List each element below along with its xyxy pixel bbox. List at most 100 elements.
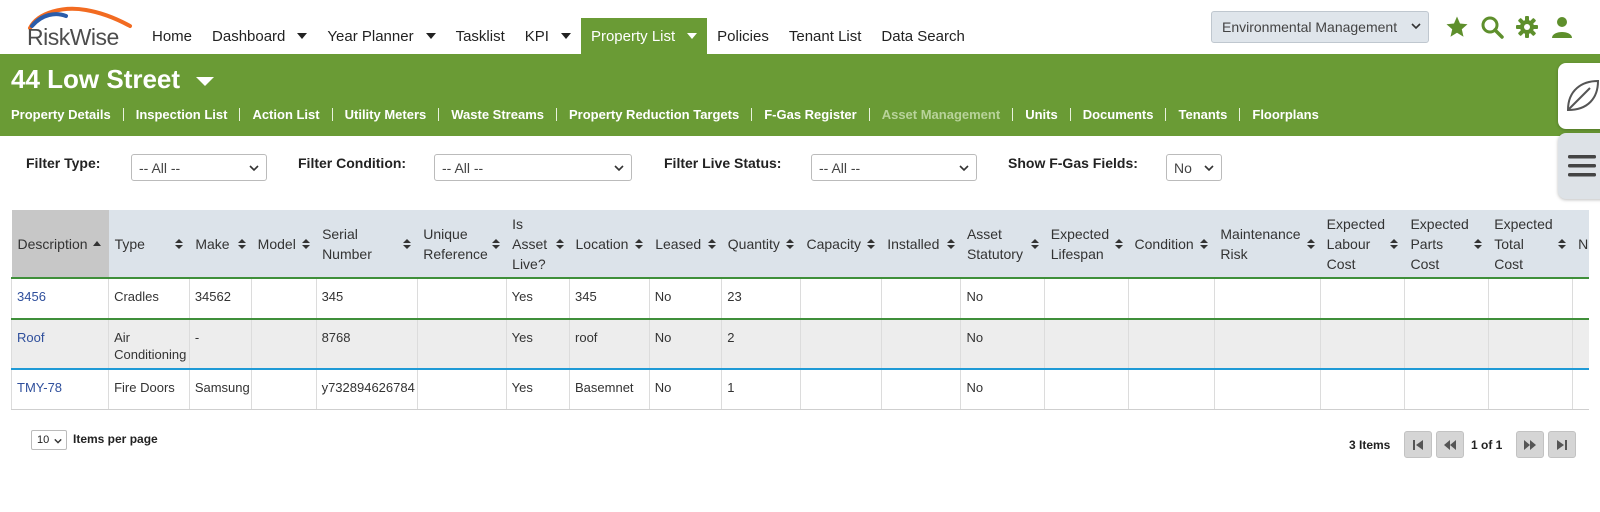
column-header-leased[interactable]: Leased <box>649 210 722 278</box>
subnav-inspection-list[interactable]: Inspection List <box>136 107 228 122</box>
sort-down-icon <box>1474 244 1483 249</box>
nav-item-home[interactable]: Home <box>142 18 202 54</box>
cell-capacity <box>800 318 882 369</box>
chevron-down-icon <box>1411 23 1421 30</box>
page-info: 1 of 1 <box>1471 438 1503 452</box>
nav-item-policies[interactable]: Policies <box>707 18 779 54</box>
column-header-unique-reference[interactable]: Unique Reference <box>417 210 507 278</box>
column-header-capacity[interactable]: Capacity <box>800 210 882 278</box>
column-header-maintenance-risk[interactable]: Maintenance Risk <box>1214 210 1321 278</box>
cell-location: roof <box>569 318 650 369</box>
table-row[interactable]: 3456 Cradles 34562 345 Yes 345 No 23 No <box>11 277 1589 319</box>
column-header-label: Type <box>114 235 145 252</box>
column-header-asset-statutory[interactable]: Asset Statutory <box>960 210 1045 278</box>
column-header-installed[interactable]: Installed <box>881 210 961 278</box>
subnav-asset-management[interactable]: Asset Management <box>882 107 1000 122</box>
column-header-label: Condition <box>1134 235 1194 252</box>
nav-item-tenant-list[interactable]: Tenant List <box>779 18 872 54</box>
subnav-property-reduction-targets[interactable]: Property Reduction Targets <box>569 107 739 122</box>
subnav-divider <box>868 108 870 121</box>
nav-item-label: Dashboard <box>212 27 286 45</box>
cell-location: 345 <box>569 277 650 319</box>
subnav-utility-meters[interactable]: Utility Meters <box>345 107 427 122</box>
column-header-condition[interactable]: Condition <box>1128 210 1215 278</box>
fast-forward-icon <box>1524 439 1536 450</box>
nav-item-label: Property List <box>590 27 676 45</box>
sort-down-icon <box>1114 244 1123 249</box>
column-header-quantity[interactable]: Quantity <box>721 210 801 278</box>
cell-description[interactable]: TMY-78 <box>11 368 110 410</box>
column-header-label: Location <box>575 235 629 252</box>
show-fgas-select[interactable]: No <box>1166 154 1222 181</box>
column-header-expected-total-cost[interactable]: Expected Total Cost <box>1488 210 1573 278</box>
nav-item-label: KPI <box>524 27 549 45</box>
previous-page-button[interactable] <box>1436 431 1464 458</box>
column-header-make[interactable]: Make <box>189 210 252 278</box>
filter-type-select[interactable]: -- All -- <box>131 154 267 181</box>
environment-panel-tab[interactable] <box>1558 63 1600 129</box>
column-header-n[interactable]: N <box>1572 210 1589 278</box>
column-header-is-asset-live[interactable]: Is Asset Live? <box>506 210 570 278</box>
cell-unique-reference <box>417 318 507 369</box>
column-header-model[interactable]: Model <box>251 210 317 278</box>
nav-item-tasklist[interactable]: Tasklist <box>446 18 515 54</box>
column-header-expected-lifespan[interactable]: Expected Lifespan <box>1044 210 1129 278</box>
side-menu-tab[interactable] <box>1558 133 1600 199</box>
caret-down-icon <box>196 77 215 86</box>
asset-link[interactable]: TMY-78 <box>17 380 62 395</box>
column-header-description[interactable]: Description <box>11 210 109 278</box>
user-icon[interactable] <box>1549 14 1575 40</box>
nav-item-kpi[interactable]: KPI <box>515 18 581 54</box>
subnav-property-details[interactable]: Property Details <box>11 107 111 122</box>
subnav-f-gas-register[interactable]: F-Gas Register <box>764 107 856 122</box>
asset-link[interactable]: Roof <box>17 330 44 345</box>
column-header-type[interactable]: Type <box>108 210 190 278</box>
property-title-dropdown[interactable]: 44 Low Street <box>11 64 215 95</box>
subnav-waste-streams[interactable]: Waste Streams <box>451 107 544 122</box>
riskwise-logo[interactable]: RiskWise <box>24 4 134 50</box>
column-header-expected-labour-cost[interactable]: Expected Labour Cost <box>1320 210 1405 278</box>
caret-down-icon <box>297 33 308 39</box>
cell-model <box>251 277 317 319</box>
module-select[interactable]: Environmental Management <box>1211 11 1429 43</box>
subnav-tenants[interactable]: Tenants <box>1178 107 1227 122</box>
items-count: 3 Items <box>1349 438 1391 452</box>
nav-item-property-list[interactable]: Property List <box>580 18 708 54</box>
last-page-button[interactable] <box>1548 431 1576 458</box>
gear-icon[interactable] <box>1514 14 1540 40</box>
next-page-button[interactable] <box>1516 431 1544 458</box>
cell-expected-labour-cost <box>1320 277 1405 319</box>
filter-condition-select[interactable]: -- All -- <box>434 154 632 181</box>
column-header-serial-number[interactable]: Serial Number <box>316 210 418 278</box>
cell-description[interactable]: Roof <box>11 318 110 369</box>
column-header-content: N <box>1578 234 1589 254</box>
nav-item-data-search[interactable]: Data Search <box>871 18 974 54</box>
search-icon[interactable] <box>1479 14 1505 40</box>
star-icon[interactable] <box>1444 14 1470 40</box>
column-header-expected-parts-cost[interactable]: Expected Parts Cost <box>1404 210 1489 278</box>
nav-item-year-planner[interactable]: Year Planner <box>317 18 445 54</box>
table-row[interactable]: TMY-78 Fire Doors Samsung y732894626784 Yes B… <box>11 368 1589 410</box>
column-header-label: Capacity <box>806 235 861 252</box>
cell-leased: No <box>649 318 723 369</box>
column-header-content: Expected Labour Cost <box>1327 214 1399 274</box>
nav-item-dashboard[interactable]: Dashboard <box>202 18 317 54</box>
sort-down-icon <box>707 244 716 249</box>
asset-link[interactable]: 3456 <box>17 289 46 304</box>
sort-down-icon <box>492 244 501 249</box>
column-header-label: Unique Reference <box>423 225 488 262</box>
cell-serial-number: 345 <box>316 277 418 319</box>
first-page-button[interactable] <box>1404 431 1432 458</box>
column-header-label: Is Asset Live? <box>512 215 548 272</box>
sort-icon <box>1306 238 1315 249</box>
table-row[interactable]: Roof Air Conditioning -8768 Yes roof No 2 No <box>11 318 1589 369</box>
column-header-location[interactable]: Location <box>569 210 650 278</box>
subnav-units[interactable]: Units <box>1025 107 1058 122</box>
filter-live-status-select[interactable]: -- All -- <box>811 154 977 181</box>
items-per-page-select[interactable]: 10 <box>31 430 67 450</box>
subnav-documents[interactable]: Documents <box>1083 107 1154 122</box>
cell-description[interactable]: 3456 <box>11 277 110 319</box>
subnav-floorplans[interactable]: Floorplans <box>1252 107 1318 122</box>
subnav-action-list[interactable]: Action List <box>252 107 319 122</box>
cell-quantity: 2 <box>721 318 801 369</box>
